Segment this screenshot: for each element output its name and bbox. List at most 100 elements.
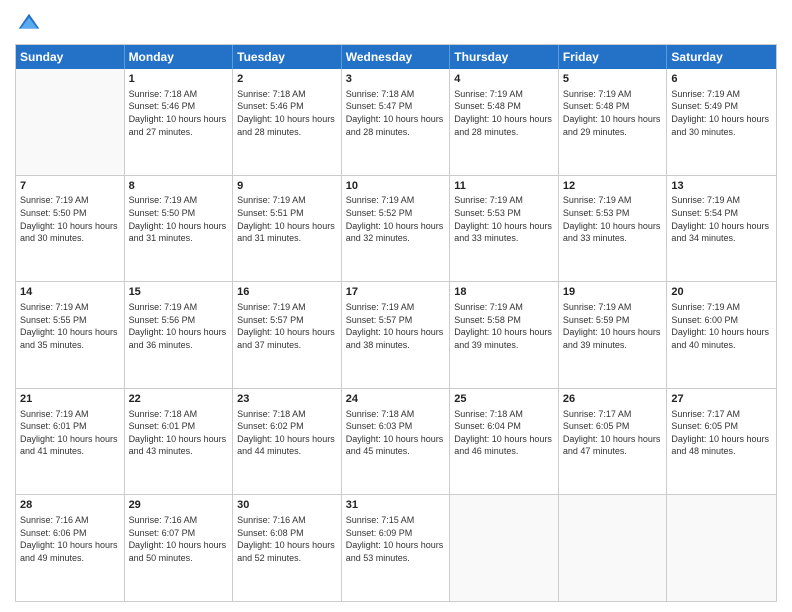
header-day-wednesday: Wednesday <box>342 45 451 69</box>
day-number: 29 <box>129 498 229 513</box>
calendar-cell: 24Sunrise: 7:18 AMSunset: 6:03 PMDayligh… <box>342 389 451 495</box>
cell-info: Sunrise: 7:18 AMSunset: 5:46 PMDaylight:… <box>237 88 337 138</box>
cell-info: Sunrise: 7:19 AMSunset: 5:49 PMDaylight:… <box>671 88 772 138</box>
day-number: 13 <box>671 179 772 194</box>
calendar-cell: 19Sunrise: 7:19 AMSunset: 5:59 PMDayligh… <box>559 282 668 388</box>
cell-info: Sunrise: 7:18 AMSunset: 6:04 PMDaylight:… <box>454 408 554 458</box>
header-day-sunday: Sunday <box>16 45 125 69</box>
header-day-thursday: Thursday <box>450 45 559 69</box>
cell-info: Sunrise: 7:18 AMSunset: 6:01 PMDaylight:… <box>129 408 229 458</box>
cell-info: Sunrise: 7:19 AMSunset: 5:55 PMDaylight:… <box>20 301 120 351</box>
calendar-cell: 26Sunrise: 7:17 AMSunset: 6:05 PMDayligh… <box>559 389 668 495</box>
day-number: 2 <box>237 72 337 87</box>
calendar-cell: 20Sunrise: 7:19 AMSunset: 6:00 PMDayligh… <box>667 282 776 388</box>
cell-info: Sunrise: 7:18 AMSunset: 5:47 PMDaylight:… <box>346 88 446 138</box>
calendar-row-0: 1Sunrise: 7:18 AMSunset: 5:46 PMDaylight… <box>16 69 776 176</box>
cell-info: Sunrise: 7:19 AMSunset: 5:58 PMDaylight:… <box>454 301 554 351</box>
calendar-cell: 14Sunrise: 7:19 AMSunset: 5:55 PMDayligh… <box>16 282 125 388</box>
day-number: 25 <box>454 392 554 407</box>
day-number: 4 <box>454 72 554 87</box>
cell-info: Sunrise: 7:18 AMSunset: 6:03 PMDaylight:… <box>346 408 446 458</box>
calendar-cell: 28Sunrise: 7:16 AMSunset: 6:06 PMDayligh… <box>16 495 125 601</box>
calendar-cell: 10Sunrise: 7:19 AMSunset: 5:52 PMDayligh… <box>342 176 451 282</box>
calendar-cell: 22Sunrise: 7:18 AMSunset: 6:01 PMDayligh… <box>125 389 234 495</box>
header-day-friday: Friday <box>559 45 668 69</box>
day-number: 26 <box>563 392 663 407</box>
cell-info: Sunrise: 7:19 AMSunset: 6:01 PMDaylight:… <box>20 408 120 458</box>
cell-info: Sunrise: 7:19 AMSunset: 5:57 PMDaylight:… <box>237 301 337 351</box>
cell-info: Sunrise: 7:18 AMSunset: 5:46 PMDaylight:… <box>129 88 229 138</box>
calendar-row-4: 28Sunrise: 7:16 AMSunset: 6:06 PMDayligh… <box>16 495 776 601</box>
day-number: 18 <box>454 285 554 300</box>
calendar-row-1: 7Sunrise: 7:19 AMSunset: 5:50 PMDaylight… <box>16 176 776 283</box>
cell-info: Sunrise: 7:16 AMSunset: 6:06 PMDaylight:… <box>20 514 120 564</box>
day-number: 6 <box>671 72 772 87</box>
cell-info: Sunrise: 7:19 AMSunset: 5:56 PMDaylight:… <box>129 301 229 351</box>
page: SundayMondayTuesdayWednesdayThursdayFrid… <box>0 0 792 612</box>
cell-info: Sunrise: 7:19 AMSunset: 5:59 PMDaylight:… <box>563 301 663 351</box>
cell-info: Sunrise: 7:19 AMSunset: 5:53 PMDaylight:… <box>454 194 554 244</box>
day-number: 7 <box>20 179 120 194</box>
cell-info: Sunrise: 7:19 AMSunset: 5:53 PMDaylight:… <box>563 194 663 244</box>
calendar-cell: 6Sunrise: 7:19 AMSunset: 5:49 PMDaylight… <box>667 69 776 175</box>
logo <box>15 10 47 38</box>
calendar-cell: 9Sunrise: 7:19 AMSunset: 5:51 PMDaylight… <box>233 176 342 282</box>
cell-info: Sunrise: 7:19 AMSunset: 5:57 PMDaylight:… <box>346 301 446 351</box>
cell-info: Sunrise: 7:17 AMSunset: 6:05 PMDaylight:… <box>671 408 772 458</box>
calendar: SundayMondayTuesdayWednesdayThursdayFrid… <box>15 44 777 602</box>
calendar-cell: 23Sunrise: 7:18 AMSunset: 6:02 PMDayligh… <box>233 389 342 495</box>
logo-icon <box>15 10 43 38</box>
day-number: 28 <box>20 498 120 513</box>
calendar-body: 1Sunrise: 7:18 AMSunset: 5:46 PMDaylight… <box>16 69 776 601</box>
calendar-cell: 18Sunrise: 7:19 AMSunset: 5:58 PMDayligh… <box>450 282 559 388</box>
day-number: 9 <box>237 179 337 194</box>
calendar-cell: 30Sunrise: 7:16 AMSunset: 6:08 PMDayligh… <box>233 495 342 601</box>
day-number: 22 <box>129 392 229 407</box>
header-day-tuesday: Tuesday <box>233 45 342 69</box>
calendar-header: SundayMondayTuesdayWednesdayThursdayFrid… <box>16 45 776 69</box>
calendar-cell: 27Sunrise: 7:17 AMSunset: 6:05 PMDayligh… <box>667 389 776 495</box>
cell-info: Sunrise: 7:16 AMSunset: 6:07 PMDaylight:… <box>129 514 229 564</box>
calendar-cell: 11Sunrise: 7:19 AMSunset: 5:53 PMDayligh… <box>450 176 559 282</box>
cell-info: Sunrise: 7:16 AMSunset: 6:08 PMDaylight:… <box>237 514 337 564</box>
calendar-cell: 8Sunrise: 7:19 AMSunset: 5:50 PMDaylight… <box>125 176 234 282</box>
day-number: 12 <box>563 179 663 194</box>
calendar-cell <box>450 495 559 601</box>
cell-info: Sunrise: 7:19 AMSunset: 5:54 PMDaylight:… <box>671 194 772 244</box>
calendar-cell: 16Sunrise: 7:19 AMSunset: 5:57 PMDayligh… <box>233 282 342 388</box>
day-number: 21 <box>20 392 120 407</box>
day-number: 17 <box>346 285 446 300</box>
day-number: 1 <box>129 72 229 87</box>
calendar-cell <box>667 495 776 601</box>
cell-info: Sunrise: 7:19 AMSunset: 5:52 PMDaylight:… <box>346 194 446 244</box>
calendar-cell: 29Sunrise: 7:16 AMSunset: 6:07 PMDayligh… <box>125 495 234 601</box>
calendar-cell: 1Sunrise: 7:18 AMSunset: 5:46 PMDaylight… <box>125 69 234 175</box>
day-number: 11 <box>454 179 554 194</box>
header-day-monday: Monday <box>125 45 234 69</box>
calendar-cell: 21Sunrise: 7:19 AMSunset: 6:01 PMDayligh… <box>16 389 125 495</box>
calendar-cell: 25Sunrise: 7:18 AMSunset: 6:04 PMDayligh… <box>450 389 559 495</box>
day-number: 16 <box>237 285 337 300</box>
calendar-cell: 7Sunrise: 7:19 AMSunset: 5:50 PMDaylight… <box>16 176 125 282</box>
cell-info: Sunrise: 7:18 AMSunset: 6:02 PMDaylight:… <box>237 408 337 458</box>
calendar-cell: 3Sunrise: 7:18 AMSunset: 5:47 PMDaylight… <box>342 69 451 175</box>
day-number: 24 <box>346 392 446 407</box>
cell-info: Sunrise: 7:19 AMSunset: 6:00 PMDaylight:… <box>671 301 772 351</box>
header-day-saturday: Saturday <box>667 45 776 69</box>
cell-info: Sunrise: 7:19 AMSunset: 5:50 PMDaylight:… <box>20 194 120 244</box>
day-number: 20 <box>671 285 772 300</box>
cell-info: Sunrise: 7:19 AMSunset: 5:51 PMDaylight:… <box>237 194 337 244</box>
cell-info: Sunrise: 7:17 AMSunset: 6:05 PMDaylight:… <box>563 408 663 458</box>
calendar-cell <box>559 495 668 601</box>
day-number: 19 <box>563 285 663 300</box>
day-number: 27 <box>671 392 772 407</box>
calendar-cell: 31Sunrise: 7:15 AMSunset: 6:09 PMDayligh… <box>342 495 451 601</box>
cell-info: Sunrise: 7:19 AMSunset: 5:48 PMDaylight:… <box>454 88 554 138</box>
calendar-cell: 15Sunrise: 7:19 AMSunset: 5:56 PMDayligh… <box>125 282 234 388</box>
day-number: 23 <box>237 392 337 407</box>
calendar-cell <box>16 69 125 175</box>
calendar-row-2: 14Sunrise: 7:19 AMSunset: 5:55 PMDayligh… <box>16 282 776 389</box>
day-number: 30 <box>237 498 337 513</box>
day-number: 31 <box>346 498 446 513</box>
header <box>15 10 777 38</box>
